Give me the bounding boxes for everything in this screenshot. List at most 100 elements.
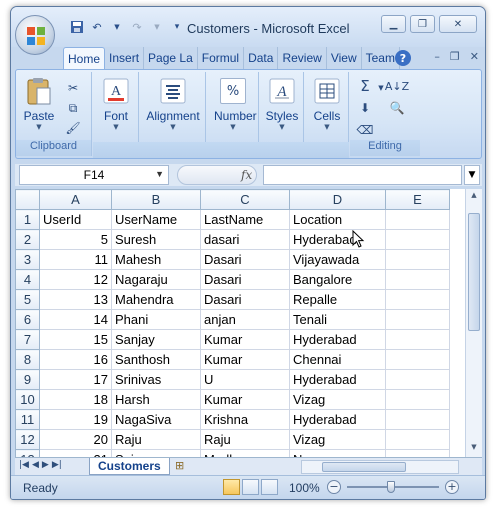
cut-icon[interactable]: ✂ xyxy=(64,80,82,96)
cell[interactable]: 17 xyxy=(39,369,112,390)
zoom-slider-thumb[interactable] xyxy=(387,481,395,493)
cell[interactable]: 15 xyxy=(39,329,112,350)
insert-function-icon[interactable]: fx xyxy=(241,168,252,182)
cell[interactable]: Sai xyxy=(111,449,201,457)
zoom-level[interactable]: 100% xyxy=(289,481,320,495)
find-select-icon[interactable]: 🔍 xyxy=(388,100,406,116)
cell[interactable] xyxy=(385,209,450,230)
formula-input[interactable] xyxy=(263,165,462,185)
row-header[interactable]: 10 xyxy=(15,389,40,410)
row-header[interactable]: 8 xyxy=(15,349,40,370)
cell[interactable]: Madhav xyxy=(200,449,290,457)
cell[interactable]: Nagapur xyxy=(289,449,386,457)
row-header[interactable]: 11 xyxy=(15,409,40,430)
next-sheet-icon[interactable]: ▶ xyxy=(42,460,49,470)
tab-page-layout[interactable]: Page La xyxy=(144,47,198,69)
cell[interactable]: Suresh xyxy=(111,229,201,250)
cell[interactable]: Kumar xyxy=(200,329,290,350)
normal-view-button[interactable] xyxy=(223,479,240,495)
cell[interactable] xyxy=(385,289,450,310)
cell[interactable]: Hyderabad xyxy=(289,409,386,430)
cell[interactable]: Dasari xyxy=(200,269,290,290)
tab-data[interactable]: Data xyxy=(244,47,279,69)
cells-button[interactable]: Cells ▼ xyxy=(308,76,346,131)
cell[interactable]: LastName xyxy=(200,209,290,230)
scroll-down-icon[interactable]: ▼ xyxy=(468,443,480,455)
row-header[interactable]: 5 xyxy=(15,289,40,310)
cell[interactable]: Kumar xyxy=(200,349,290,370)
office-button[interactable] xyxy=(15,15,55,55)
vertical-scroll-thumb[interactable] xyxy=(468,213,480,331)
cell[interactable]: Chennai xyxy=(289,349,386,370)
cell[interactable]: Mahendra xyxy=(111,289,201,310)
format-painter-icon[interactable]: 🖌 xyxy=(64,120,82,136)
customize-qat-icon[interactable]: ▾ xyxy=(169,19,185,35)
cell[interactable]: Vijayawada xyxy=(289,249,386,270)
row-header[interactable]: 3 xyxy=(15,249,40,270)
cell[interactable]: Sanjay xyxy=(111,329,201,350)
cell[interactable] xyxy=(385,429,450,450)
number-button[interactable]: % Number ▼ xyxy=(214,76,257,131)
cell[interactable]: dasari xyxy=(200,229,290,250)
tab-home[interactable]: Home xyxy=(63,47,106,69)
cell[interactable]: 11 xyxy=(39,249,112,270)
cell[interactable]: NagaSiva xyxy=(111,409,201,430)
name-box[interactable]: F14 ▼ xyxy=(19,165,169,185)
cell[interactable]: UserId xyxy=(39,209,112,230)
cell[interactable]: Nagaraju xyxy=(111,269,201,290)
expand-formula-bar-icon[interactable]: ▼ xyxy=(464,165,480,185)
cell[interactable]: Tenali xyxy=(289,309,386,330)
row-header[interactable]: 2 xyxy=(15,229,40,250)
cell[interactable] xyxy=(385,249,450,270)
cell[interactable]: Harsh xyxy=(111,389,201,410)
cell[interactable]: 19 xyxy=(39,409,112,430)
alignment-button[interactable]: Alignment ▼ xyxy=(146,76,200,131)
horizontal-scroll-thumb[interactable] xyxy=(322,462,406,472)
cell[interactable]: Hyderabad xyxy=(289,369,386,390)
row-header[interactable]: 7 xyxy=(15,329,40,350)
row-header[interactable]: 4 xyxy=(15,269,40,290)
column-header[interactable]: D xyxy=(289,189,386,210)
column-header[interactable]: E xyxy=(385,189,450,210)
cell[interactable]: 21 xyxy=(39,449,112,457)
clear-icon[interactable]: ⌫ xyxy=(356,122,374,138)
undo-icon[interactable]: ↶ xyxy=(89,19,105,35)
cell[interactable]: Dasari xyxy=(200,249,290,270)
cell[interactable]: 5 xyxy=(39,229,112,250)
tab-review[interactable]: Review xyxy=(278,47,327,69)
insert-sheet-icon[interactable]: ⊞ xyxy=(175,459,191,473)
cell[interactable] xyxy=(385,269,450,290)
doc-close-icon[interactable]: ✕ xyxy=(470,50,479,63)
cell[interactable] xyxy=(385,409,450,430)
cell[interactable]: UserName xyxy=(111,209,201,230)
row-header[interactable]: 6 xyxy=(15,309,40,330)
cell[interactable]: Krishna xyxy=(200,409,290,430)
name-box-dropdown-icon[interactable]: ▼ xyxy=(155,169,164,179)
cell[interactable]: Location xyxy=(289,209,386,230)
font-button[interactable]: A Font ▼ xyxy=(97,76,135,131)
cell[interactable] xyxy=(385,229,450,250)
row-header[interactable]: 1 xyxy=(15,209,40,230)
select-all-corner[interactable] xyxy=(15,189,40,210)
cell[interactable]: Hyderabad xyxy=(289,229,386,250)
cell[interactable]: Vizag xyxy=(289,429,386,450)
copy-icon[interactable]: ⧉ xyxy=(64,100,82,116)
sheet-tab-customers[interactable]: Customers xyxy=(89,458,170,475)
cell[interactable]: Srinivas xyxy=(111,369,201,390)
doc-restore-icon[interactable]: ❐ xyxy=(450,50,460,63)
cell[interactable]: Dasari xyxy=(200,289,290,310)
tab-formulas[interactable]: Formul xyxy=(198,47,245,69)
styles-button[interactable]: A Styles ▼ xyxy=(263,76,301,131)
cell[interactable]: 16 xyxy=(39,349,112,370)
cell[interactable]: Mahesh xyxy=(111,249,201,270)
first-sheet-icon[interactable]: |◀ xyxy=(19,460,29,470)
paste-button[interactable]: Paste ▼ xyxy=(20,76,58,131)
cell[interactable]: 18 xyxy=(39,389,112,410)
tab-insert[interactable]: Insert xyxy=(105,47,145,69)
zoom-out-button[interactable]: − xyxy=(327,480,341,494)
tab-view[interactable]: View xyxy=(327,47,362,69)
restore-button[interactable]: ❐ xyxy=(410,15,435,33)
cell[interactable] xyxy=(385,329,450,350)
undo-dropdown-icon[interactable]: ▼ xyxy=(109,19,125,35)
cell[interactable]: 14 xyxy=(39,309,112,330)
